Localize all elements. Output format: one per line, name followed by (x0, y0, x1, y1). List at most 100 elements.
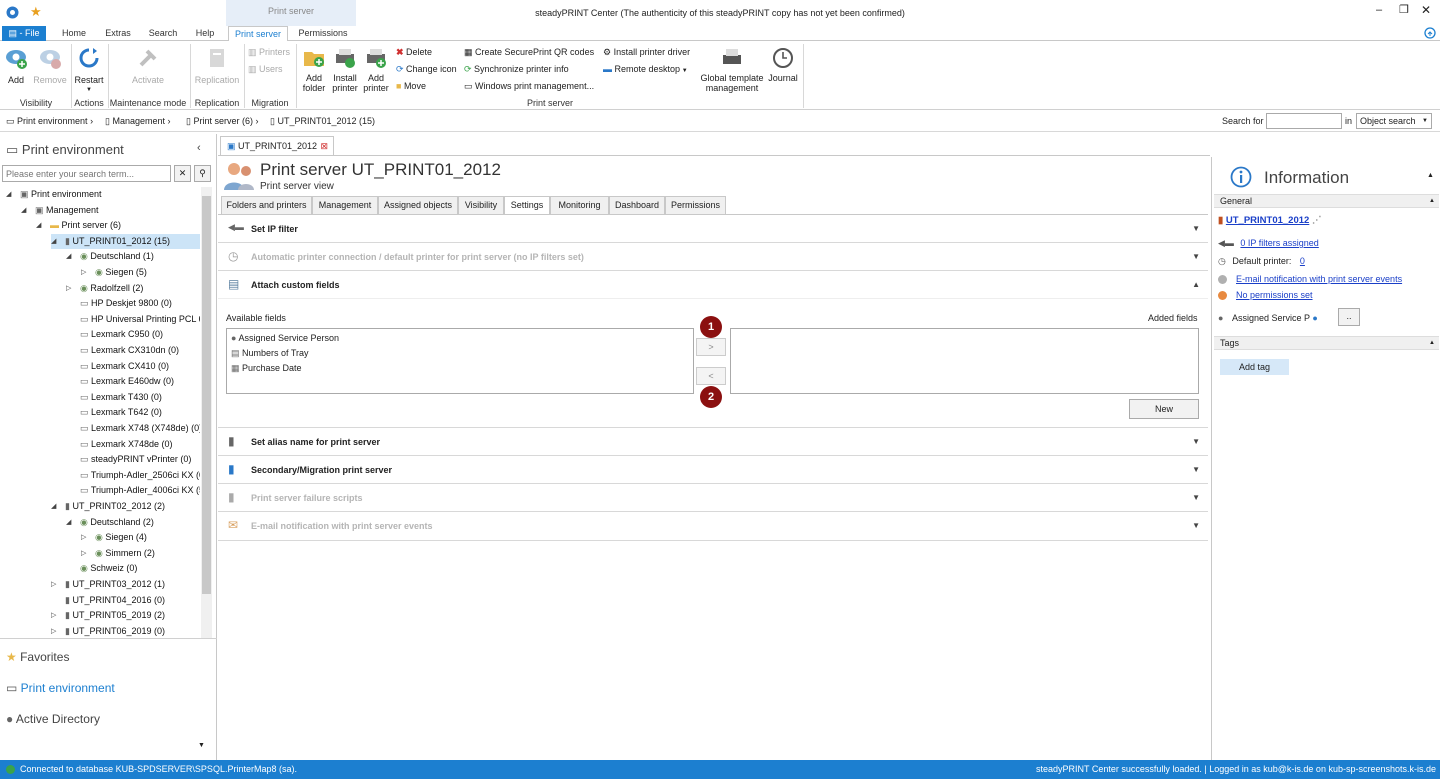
help-icon[interactable] (1424, 27, 1436, 39)
tab-help[interactable]: Help (190, 26, 220, 41)
expanded-icon[interactable]: ◢ (66, 515, 71, 530)
replication-button[interactable]: Replication (192, 47, 242, 85)
expanded-icon[interactable]: ◢ (51, 499, 56, 514)
email-notification-link[interactable]: E-mail notification with print server ev… (1236, 274, 1402, 284)
tree-item[interactable]: ▮ UT_PRINT04_2016 (0) (51, 593, 200, 608)
tree-item[interactable]: ▭ HP Universal Printing PCL 6 (66, 312, 200, 327)
server-name-link[interactable]: ▮ UT_PRINT01_2012 ⋰ (1218, 215, 1321, 226)
tab-folders-and-printers[interactable]: Folders and printers (221, 196, 312, 215)
section-auto-connection[interactable]: ◷ Automatic printer connection / default … (218, 243, 1208, 271)
tree-item[interactable]: ▭ Lexmark C950 (0) (66, 327, 200, 342)
add-button[interactable]: Add (4, 47, 28, 85)
expanded-icon[interactable]: ◢ (36, 218, 41, 233)
tree-item[interactable]: ▷ ▮ UT_PRINT03_2012 (1) (51, 577, 200, 592)
delete-button[interactable]: ✖ Delete (396, 45, 432, 60)
nav-favorites[interactable]: ★ Favorites (6, 650, 69, 664)
breadcrumb-item[interactable]: ▯ Management › (105, 116, 171, 127)
tree-item[interactable]: ▭ Lexmark T642 (0) (66, 405, 200, 420)
create-qr-button[interactable]: ▦ Create SecurePrint QR codes (464, 45, 594, 60)
synchronize-button[interactable]: ⟳ Synchronize printer info (464, 62, 569, 77)
users-button[interactable]: ▥ Users (248, 62, 283, 77)
breadcrumb-item[interactable]: ▯ UT_PRINT01_2012 (15) (270, 116, 375, 127)
tab-file[interactable]: ▤ - File (2, 26, 46, 41)
tree-item[interactable]: ◢ ▣ Management (21, 203, 200, 218)
tree-item[interactable]: ▷ ▮ UT_PRINT05_2019 (2) (51, 608, 200, 623)
collapsed-icon[interactable]: ▷ (81, 265, 86, 280)
restart-button[interactable]: Restart ▼ (72, 47, 106, 95)
install-driver-button[interactable]: ⚙ Install printer driver (603, 45, 690, 60)
tab-permissions-sub[interactable]: Permissions (665, 196, 726, 215)
breadcrumb-item[interactable]: ▯ Print server (6) › (186, 116, 258, 127)
tree-item[interactable]: ◢ ▮ UT_PRINT01_2012 (15) (51, 233, 200, 249)
tree-item[interactable]: ▭ steadyPRINT vPrinter (0) (66, 452, 200, 467)
section-secondary-server[interactable]: ▮ Secondary/Migration print server ▼ (218, 456, 1208, 484)
chevron-up-icon[interactable]: ▲ (1429, 195, 1435, 208)
list-item[interactable]: ▦ Purchase Date (231, 363, 302, 374)
tab-print-server[interactable]: Print server (228, 26, 288, 42)
add-folder-button[interactable]: Add folder (298, 47, 330, 93)
tree-item[interactable]: ▷ ◉ Simmern (2) (81, 546, 200, 561)
section-failure-scripts[interactable]: ▮ Print server failure scripts ▼ (218, 484, 1208, 512)
search-icon[interactable]: ⚲ (194, 165, 211, 182)
add-field-button[interactable]: > (696, 338, 726, 356)
tree-item[interactable]: ▭ Triumph-Adler_4006ci KX (5 (66, 483, 200, 498)
section-email-notification[interactable]: ✉ E-mail notification with print server e… (218, 512, 1208, 541)
tab-settings[interactable]: Settings (504, 196, 550, 215)
tree-item[interactable]: ▭ Lexmark T430 (0) (66, 390, 200, 405)
tree-item[interactable]: ▷ ▮ UT_PRINT06_2019 (0) (51, 624, 200, 638)
remove-button[interactable]: Remove (32, 47, 68, 85)
permissions-link[interactable]: No permissions set (1236, 290, 1313, 300)
activate-button[interactable]: Activate (120, 47, 176, 85)
list-item[interactable]: ▤ Numbers of Tray (231, 348, 309, 359)
remove-field-button[interactable]: < (696, 367, 726, 385)
maximize-icon[interactable]: ❐ (1399, 3, 1409, 16)
tree-item[interactable]: ▭ Lexmark E460dw (0) (66, 374, 200, 389)
tree-item[interactable]: ▷ ◉ Siegen (4) (81, 530, 200, 545)
collapsed-icon[interactable]: ▷ (66, 281, 71, 296)
tree-item[interactable]: ◢ ▮ UT_PRINT02_2012 (2) (51, 499, 200, 514)
expanded-icon[interactable]: ◢ (21, 203, 26, 218)
list-item[interactable]: ● Assigned Service Person (231, 333, 339, 343)
more-button[interactable]: .. (1338, 308, 1360, 326)
windows-print-button[interactable]: ▭ Windows print management... (464, 79, 594, 94)
chevron-up-icon[interactable]: ▲ (1427, 172, 1434, 179)
tab-dashboard[interactable]: Dashboard (609, 196, 665, 215)
add-tag-button[interactable]: Add tag (1220, 359, 1289, 375)
nav-print-environment[interactable]: ▭ Print environment (6, 681, 115, 695)
tree-item[interactable]: ◢ ▬ Print server (6) (36, 218, 200, 233)
tree-item[interactable]: ▭ Triumph-Adler_2506ci KX (0 (66, 468, 200, 483)
tab-home[interactable]: Home (56, 26, 92, 41)
nav-active-directory[interactable]: ● Active Directory (6, 712, 100, 726)
tab-assigned-objects[interactable]: Assigned objects (378, 196, 458, 215)
search-input[interactable] (1266, 113, 1342, 129)
tree-item[interactable]: ▭ HP Deskjet 9800 (0) (66, 296, 200, 311)
tree-item[interactable]: ◢ ◉ Deutschland (1) (66, 249, 200, 264)
remote-desktop-button[interactable]: ▬ Remote desktop ▼ (603, 62, 688, 77)
journal-button[interactable]: Journal (766, 47, 800, 83)
collapsed-icon[interactable]: ▷ (81, 530, 86, 545)
tree-item[interactable]: ◉ Schweiz (0) (66, 561, 200, 576)
added-fields-list[interactable] (730, 328, 1199, 394)
tab-permissions[interactable]: Permissions (294, 26, 352, 41)
tab-search[interactable]: Search (144, 26, 182, 41)
tab-monitoring[interactable]: Monitoring (550, 196, 609, 215)
section-custom-fields[interactable]: ▤ Attach custom fields ▲ (218, 271, 1208, 299)
section-alias[interactable]: ▮ Set alias name for print server ▼ (218, 428, 1208, 456)
change-icon-button[interactable]: ⟳ Change icon (396, 62, 457, 77)
scrollbar-thumb[interactable] (202, 196, 211, 594)
expanded-icon[interactable]: ◢ (51, 234, 56, 249)
printers-button[interactable]: ▥ Printers (248, 45, 290, 60)
tab-extras[interactable]: Extras (100, 26, 136, 41)
minimize-icon[interactable]: – (1376, 4, 1382, 16)
tree-item[interactable]: ▭ Lexmark X748de (0) (66, 437, 200, 452)
tree-search-input[interactable] (2, 165, 171, 182)
tree-item[interactable]: ▭ Lexmark CX310dn (0) (66, 343, 200, 358)
breadcrumb-item[interactable]: ▭ Print environment › (6, 116, 93, 127)
chevron-down-icon[interactable]: ▼ (198, 742, 205, 749)
tree-item[interactable]: ▷ ◉ Radolfzell (2) (66, 281, 200, 296)
collapsed-icon[interactable]: ▷ (81, 546, 86, 561)
tree-item[interactable]: ▭ Lexmark X748 (X748de) (0) (66, 421, 200, 436)
tree-item[interactable]: ▭ Lexmark CX410 (0) (66, 359, 200, 374)
tree-item[interactable]: ◢ ◉ Deutschland (2) (66, 515, 200, 530)
add-printer-button[interactable]: Add printer (362, 47, 390, 93)
